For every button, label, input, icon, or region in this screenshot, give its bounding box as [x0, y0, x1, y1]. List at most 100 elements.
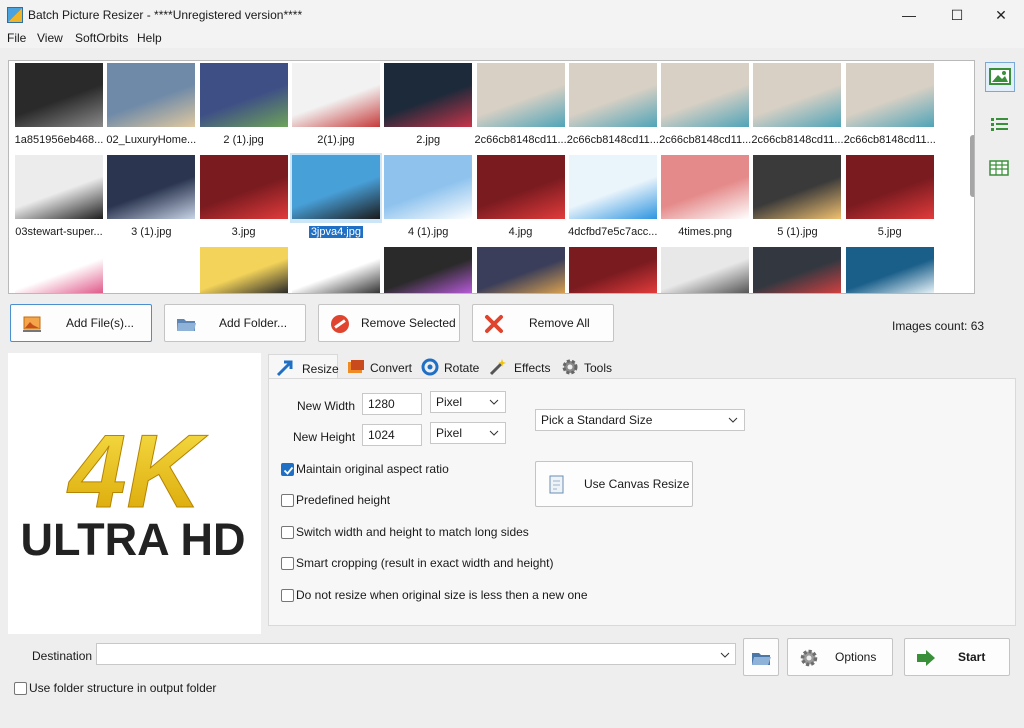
thumbnail-caption: 4 (1).jpg: [408, 226, 449, 238]
canvas-icon: [546, 473, 568, 495]
gallery-thumbnail[interactable]: 5.jpg: [844, 153, 936, 241]
add-folder-button[interactable]: Add Folder...: [164, 304, 306, 342]
thumbnail-caption: 3.jpg: [231, 226, 256, 238]
chevron-down-icon[interactable]: [720, 649, 730, 663]
gallery-thumbnail[interactable]: [105, 245, 197, 293]
tab-rotate-label: Rotate: [444, 361, 480, 375]
gallery-thumbnail[interactable]: 2c66cb8148cd11...: [751, 61, 843, 149]
checkbox-unchecked: [281, 589, 294, 602]
gallery-thumbnail[interactable]: 3 (1).jpg: [105, 153, 197, 241]
chevron-down-icon: [728, 414, 738, 424]
gallery-thumbnail[interactable]: 4 (1).jpg: [382, 153, 474, 241]
standard-size-select[interactable]: Pick a Standard Size: [535, 409, 745, 431]
thumbnail-image: [15, 155, 103, 219]
gallery-thumbnail[interactable]: 4dcfbd7e5c7acc...: [567, 153, 659, 241]
gallery-thumbnail[interactable]: [382, 245, 474, 293]
details-view-icon[interactable]: [985, 154, 1015, 184]
checkbox-checked: [281, 463, 294, 476]
gallery-thumbnail[interactable]: [290, 245, 382, 293]
tab-effects[interactable]: Effects: [482, 354, 552, 380]
tab-rotate[interactable]: Rotate: [414, 354, 480, 380]
start-button[interactable]: Start: [904, 638, 1010, 676]
menu-softorbits[interactable]: SoftOrbits: [75, 31, 128, 45]
gallery-thumbnail[interactable]: [751, 245, 843, 293]
new-height-input[interactable]: 1024: [362, 424, 422, 446]
thumbnail-image: [845, 247, 934, 293]
thumbnail-image: [199, 247, 288, 293]
gallery-thumbnail[interactable]: 4.jpg: [475, 153, 567, 241]
gallery-thumbnail[interactable]: [13, 245, 105, 293]
gallery-thumbnail[interactable]: [475, 245, 567, 293]
gallery-thumbnail[interactable]: 2.jpg: [382, 61, 474, 149]
gallery-thumbnail[interactable]: [198, 245, 290, 293]
gear-icon: [560, 357, 580, 377]
gallery-thumbnail[interactable]: 2c66cb8148cd11...: [844, 61, 936, 149]
gallery-thumbnail[interactable]: 3.jpg: [198, 153, 290, 241]
list-view-icon[interactable]: [985, 110, 1015, 140]
image-preview: 4K ULTRA HD: [8, 353, 261, 634]
menu-file[interactable]: File: [7, 31, 26, 45]
image-gallery[interactable]: 1a851956eb468... 02_LuxuryHome... 2 (1).jp…: [8, 60, 975, 294]
gallery-thumbnail[interactable]: 5 (1).jpg: [751, 153, 843, 241]
preview-ultrahd-text: ULTRA HD: [21, 514, 246, 565]
canvas-resize-button[interactable]: Use Canvas Resize: [535, 461, 693, 507]
chevron-down-icon: [489, 427, 499, 437]
tab-convert-label: Convert: [370, 361, 413, 375]
thumbnail-caption: 2c66cb8148cd11...: [843, 134, 936, 146]
tab-resize[interactable]: Resize: [268, 354, 339, 379]
thumbnail-image: [291, 155, 380, 219]
thumbnail-view-icon[interactable]: [985, 62, 1015, 92]
gallery-thumbnail[interactable]: 03stewart-super...: [13, 153, 105, 241]
width-unit-value: Pixel: [436, 395, 463, 409]
thumbnail-caption: 2.jpg: [416, 134, 441, 146]
gallery-thumbnail[interactable]: 4times.png: [659, 153, 751, 241]
thumbnail-image: [15, 247, 103, 293]
gallery-thumbnail[interactable]: 2c66cb8148cd11...: [567, 61, 659, 149]
thumbnail-caption: 3 (1).jpg: [131, 226, 172, 238]
gallery-thumbnail[interactable]: 2 (1).jpg: [198, 61, 290, 149]
height-unit-select[interactable]: Pixel: [430, 422, 506, 444]
convert-icon: [346, 357, 366, 377]
gear-icon: [798, 647, 820, 669]
destination-input[interactable]: [96, 643, 736, 665]
smart-cropping-label: Smart cropping (result in exact width an…: [296, 556, 554, 570]
thumbnail-image: [845, 63, 934, 127]
thumbnail-caption: 2c66cb8148cd11...: [566, 134, 659, 146]
menu-help[interactable]: Help: [137, 31, 162, 45]
checkbox-unchecked: [14, 682, 27, 695]
checkbox-unchecked: [281, 526, 294, 539]
gallery-thumbnail[interactable]: [659, 245, 751, 293]
options-button[interactable]: Options: [787, 638, 893, 676]
new-height-label: New Height: [293, 430, 356, 444]
width-unit-select[interactable]: Pixel: [430, 391, 506, 413]
add-files-button[interactable]: Add File(s)...: [10, 304, 152, 342]
gallery-thumbnail[interactable]: 2c66cb8148cd11...: [659, 61, 751, 149]
thumbnail-image: [845, 155, 934, 219]
tab-convert[interactable]: Convert: [340, 354, 412, 380]
minimize-button[interactable]: —: [886, 0, 932, 30]
gallery-thumbnail[interactable]: 02_LuxuryHome...: [105, 61, 197, 149]
gallery-thumbnail[interactable]: [567, 245, 659, 293]
start-arrow-icon: [915, 647, 937, 669]
close-button[interactable]: ✕: [978, 0, 1024, 30]
predefined-height-label: Predefined height: [296, 493, 391, 507]
thumbnail-caption: 2c66cb8148cd11...: [474, 134, 567, 146]
gallery-thumbnail[interactable]: [844, 245, 936, 293]
thumbnail-caption: 4dcfbd7e5c7acc...: [568, 226, 658, 238]
destination-label: Destination: [32, 649, 93, 663]
gallery-thumbnail[interactable]: 2c66cb8148cd11...: [475, 61, 567, 149]
tab-tools-label: Tools: [584, 361, 613, 375]
gallery-thumbnail[interactable]: 3jpva4.jpg: [289, 153, 382, 241]
gallery-scrollbar[interactable]: [970, 135, 974, 197]
new-width-input[interactable]: 1280: [362, 393, 422, 415]
maximize-button[interactable]: ☐: [934, 0, 980, 30]
gallery-thumbnail[interactable]: 1a851956eb468...: [13, 61, 105, 149]
menu-view[interactable]: View: [37, 31, 63, 45]
remove-selected-button[interactable]: Remove Selected: [318, 304, 460, 342]
tab-tools[interactable]: Tools: [554, 354, 618, 380]
thumbnail-image: [107, 247, 196, 293]
browse-folder-button[interactable]: [743, 638, 779, 676]
gallery-thumbnail[interactable]: 2(1).jpg: [290, 61, 382, 149]
thumbnail-image: [568, 247, 657, 293]
remove-all-button[interactable]: Remove All: [472, 304, 614, 342]
